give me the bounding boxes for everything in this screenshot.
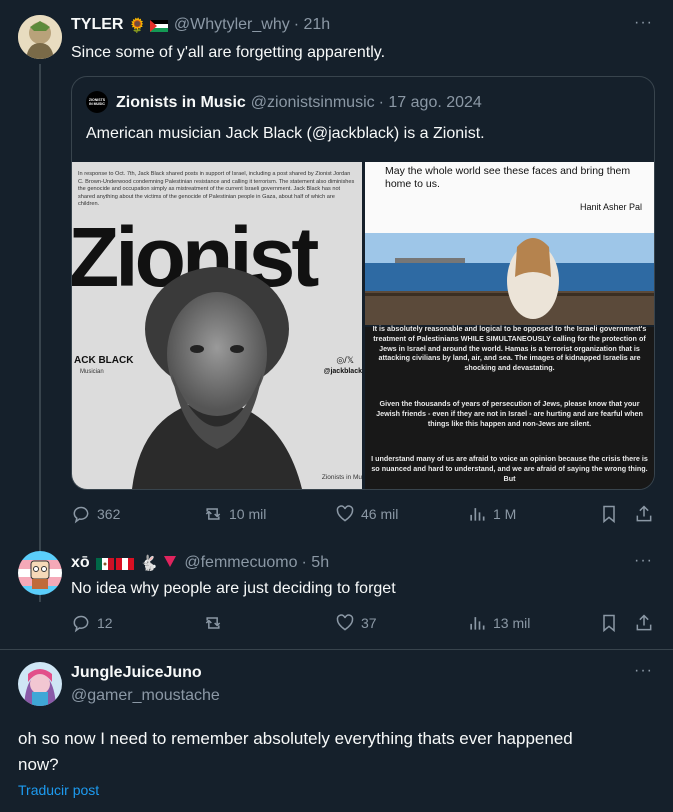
red-triangle-icon	[164, 554, 177, 572]
bookmark-button[interactable]	[599, 613, 625, 633]
avatar-illustration	[18, 551, 62, 595]
mexico-flag-icon	[95, 557, 114, 570]
reply-count: 362	[97, 506, 121, 522]
views-icon	[470, 508, 485, 521]
image-right-top: May the whole world see these faces and …	[365, 162, 654, 325]
translate-link[interactable]: Traducir post	[18, 782, 99, 798]
repost-icon	[205, 508, 221, 520]
heart-icon	[336, 614, 354, 631]
views-button[interactable]: 1 M	[467, 504, 516, 524]
like-count: 46 mil	[361, 506, 399, 522]
handle[interactable]: @femmecuomo	[184, 554, 297, 572]
heart-icon	[336, 505, 354, 522]
palestine-flag-icon	[149, 19, 168, 32]
repost-button[interactable]	[203, 613, 229, 633]
avatar[interactable]	[18, 551, 62, 595]
repost-count: 10 mil	[229, 506, 267, 522]
quote-timestamp: · 17 ago. 2024	[378, 94, 482, 111]
views-count: 1 M	[493, 506, 517, 522]
quote-avatar-text: ZIONISTS IN MUSIC	[88, 98, 106, 106]
avatar-illustration	[18, 662, 62, 706]
repost-button[interactable]: 10 mil	[203, 504, 266, 524]
reply-icon	[73, 615, 89, 633]
quote-text: American musician Jack Black (@jackblack…	[86, 125, 485, 142]
person-role: Musician	[80, 369, 104, 375]
reply-button[interactable]: 12	[71, 613, 113, 633]
bookmark-icon	[603, 614, 615, 633]
display-name[interactable]: xō	[71, 554, 90, 572]
caption-signature: Hanit Asher Pal	[579, 202, 642, 212]
share-icon	[636, 614, 652, 631]
peru-flag-icon	[115, 557, 134, 570]
image-footer: Zionists in Mu	[321, 474, 362, 481]
tweet-actions: 12 37 13 mil	[71, 613, 656, 637]
handle[interactable]: @gamer_moustache	[71, 687, 220, 705]
tweet-text: Since some of y'all are forgetting appar…	[71, 44, 386, 61]
share-button[interactable]	[634, 613, 660, 633]
share-button[interactable]	[634, 504, 660, 524]
quote-handle: @zionistsinmusic	[250, 94, 375, 111]
share-icon	[636, 505, 652, 522]
statement-para-1: It is absolutely reasonable and logical …	[372, 324, 647, 373]
quoted-tweet[interactable]: ZIONISTS IN MUSIC Zionists in Music @zio…	[71, 76, 655, 490]
tweet-femmecuomo[interactable]: xō 🐇 @femmecuomo · 5h ··· No idea why pe…	[0, 540, 673, 650]
reply-button[interactable]: 362	[71, 504, 120, 524]
tweet-text: oh so now I need to remember absolutely …	[18, 729, 573, 774]
quote-image-right[interactable]: May the whole world see these faces and …	[365, 162, 654, 489]
like-button[interactable]: 46 mil	[335, 504, 398, 524]
timestamp[interactable]: · 5h	[302, 554, 330, 572]
handle-row: @gamer_moustache	[71, 687, 220, 705]
repost-icon	[205, 617, 221, 629]
reply-icon	[73, 506, 89, 524]
quote-avatar[interactable]: ZIONISTS IN MUSIC	[86, 91, 108, 113]
views-icon	[470, 617, 485, 630]
display-name-row: JungleJuiceJuno	[71, 664, 202, 682]
quote-display-name: Zionists in Music	[116, 94, 246, 111]
image-caption: In response to Oct. 7th, Jack Black shar…	[78, 171, 355, 208]
rabbit-icon: 🐇	[139, 555, 159, 572]
portrait-photo	[132, 267, 302, 489]
tweet-actions: 362 10 mil 46 mil 1 M	[71, 504, 656, 528]
tweet-header: xō 🐇 @femmecuomo · 5h	[71, 554, 329, 572]
quote-image-left[interactable]: In response to Oct. 7th, Jack Black shar…	[72, 162, 362, 489]
timestamp[interactable]: · 21h	[294, 16, 330, 34]
statement-para-2: Given the thousands of years of persecut…	[376, 399, 643, 428]
tweet-header: TYLER 🌻 @Whytyler_why · 21h	[71, 16, 330, 34]
display-name[interactable]: TYLER	[71, 16, 123, 34]
beach-photo	[365, 233, 654, 325]
more-options-icon[interactable]: ···	[634, 552, 653, 570]
quote-header: Zionists in Music @zionistsinmusic · 17 …	[116, 94, 482, 112]
bookmark-icon	[603, 505, 615, 524]
reply-count: 12	[97, 615, 113, 631]
avatar-illustration	[18, 15, 62, 59]
display-name[interactable]: JungleJuiceJuno	[71, 664, 202, 682]
bookmark-button[interactable]	[599, 504, 625, 524]
like-button[interactable]: 37	[335, 613, 377, 633]
statement-para-3: I understand many of us are afraid to vo…	[371, 454, 648, 483]
tweet-tyler[interactable]: TYLER 🌻 @Whytyler_why · 21h ··· Since so…	[0, 0, 673, 540]
image-right-bottom: It is absolutely reasonable and logical …	[365, 324, 654, 489]
social-handle: @jackblack	[323, 368, 362, 375]
tweet-junglejuicejuno[interactable]: JungleJuiceJuno @gamer_moustache ··· oh …	[0, 650, 673, 812]
avatar[interactable]	[18, 662, 62, 706]
more-options-icon[interactable]: ···	[634, 14, 653, 32]
social-icons: ◎/𝕏	[336, 355, 354, 365]
hostage-caption: May the whole world see these faces and …	[385, 165, 631, 190]
more-options-icon[interactable]: ···	[634, 662, 653, 680]
avatar[interactable]	[18, 15, 62, 59]
tweet-text: No idea why people are just deciding to …	[71, 580, 396, 597]
views-button[interactable]: 13 mil	[467, 613, 530, 633]
person-name: ACK BLACK	[74, 355, 134, 366]
handle[interactable]: @Whytyler_why	[174, 16, 290, 34]
like-count: 37	[361, 615, 377, 631]
sunflower-icon: 🌻	[128, 16, 146, 33]
views-count: 13 mil	[493, 615, 531, 631]
